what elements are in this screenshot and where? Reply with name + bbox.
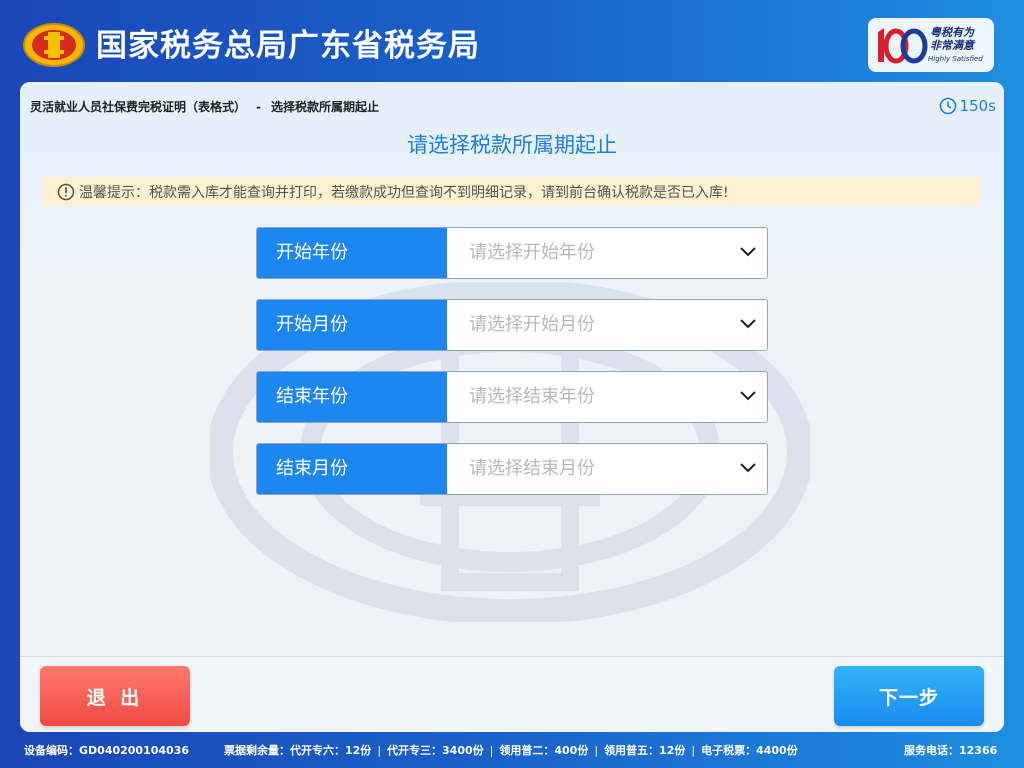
- main-panel: 灵活就业人员社保费完税证明（表格式） - 选择税款所属期起止 150s 请选择税款所…: [20, 82, 1004, 732]
- end-year-select[interactable]: 结束年份 请选择结束年份: [256, 371, 768, 423]
- footer-actions: 退 出 下一步: [20, 656, 1004, 732]
- end-year-label: 结束年份: [257, 372, 447, 422]
- countdown-value: 150s: [959, 97, 996, 115]
- notice-text: 温馨提示：税款需入库才能查询并打印，若缴款成功但查询不到明细记录，请到前台确认税…: [79, 184, 729, 201]
- start-year-select[interactable]: 开始年份 请选择开始年份: [256, 227, 768, 279]
- status-separator: |: [691, 744, 696, 757]
- start-year-placeholder: 请选择开始年份: [469, 242, 595, 263]
- notice-banner: 温馨提示：税款需入库才能查询并打印，若缴款成功但查询不到明细记录，请到前台确认税…: [42, 177, 980, 206]
- start-month-label: 开始月份: [257, 300, 447, 350]
- breadcrumb-service: 灵活就业人员社保费完税证明（表格式）: [30, 100, 247, 114]
- ticket-item: 领用普五：12份: [604, 744, 686, 757]
- start-year-label: 开始年份: [257, 228, 447, 278]
- ticket-stock-label: 票据剩余量：: [224, 744, 290, 757]
- brand-slogan-line2: 非常满意: [930, 39, 974, 52]
- end-month-label: 结束月份: [257, 444, 447, 494]
- brand-slogan: 粤税有为 非常满意: [930, 26, 974, 52]
- end-year-placeholder: 请选择结束年份: [469, 386, 595, 407]
- content-area: 灵活就业人员社保费完税证明（表格式） - 选择税款所属期起止 150s 请选择税款所…: [20, 82, 1004, 656]
- service-hotline: 服务电话：12366: [904, 744, 998, 757]
- brand-slogan-en: Highly Satisfied: [928, 55, 983, 63]
- end-month-select[interactable]: 结束月份 请选择结束月份: [256, 443, 768, 495]
- ticket-item: 代开专六：12份: [290, 744, 372, 757]
- device-code: 设备编码：GD040200104036: [24, 744, 190, 757]
- breadcrumb-step: 选择税款所属期起止: [271, 100, 380, 114]
- page-title: 请选择税款所属期起止: [407, 133, 617, 157]
- start-month-placeholder: 请选择开始月份: [469, 314, 595, 335]
- bureau-title: 国家税务总局广东省税务局: [96, 28, 480, 64]
- ticket-item: 代开专三：3400份: [387, 744, 484, 757]
- ticket-stock: 票据剩余量：代开专六：12份 | 代开专三：3400份 | 领用普二：400份 | 领用普五…: [224, 736, 798, 766]
- breadcrumb-separator: -: [256, 100, 261, 114]
- ticket-item: 电子税票：4400份: [701, 744, 798, 757]
- clock-icon: [939, 97, 956, 115]
- status-separator: |: [377, 744, 382, 757]
- brand-logo: 粤税有为 非常满意 Highly Satisfied: [872, 22, 992, 68]
- tax-emblem-icon: [23, 23, 85, 67]
- brand-slogan-line1: 粤税有为: [930, 26, 974, 39]
- status-separator: |: [489, 744, 494, 757]
- brand-100-icon: [878, 28, 928, 64]
- start-month-select[interactable]: 开始月份 请选择开始月份: [256, 299, 768, 351]
- end-month-placeholder: 请选择结束月份: [469, 458, 595, 479]
- exit-button[interactable]: 退 出: [40, 666, 190, 726]
- ticket-item: 领用普二：400份: [499, 744, 589, 757]
- warning-icon: [57, 183, 75, 200]
- status-separator: |: [594, 744, 599, 757]
- breadcrumb: 灵活就业人员社保费完税证明（表格式） - 选择税款所属期起止: [30, 98, 379, 115]
- chevron-down-icon: [740, 247, 756, 257]
- chevron-down-icon: [740, 463, 756, 473]
- countdown-timer: 150s: [939, 96, 996, 116]
- status-bar: 设备编码：GD040200104036 票据剩余量：代开专六：12份 | 代开专三：…: [0, 736, 1024, 768]
- chevron-down-icon: [740, 319, 756, 329]
- next-button[interactable]: 下一步: [834, 666, 984, 726]
- header: 国家税务总局广东省税务局 粤税有为 非常满意 Highly Satisfied: [0, 0, 1024, 82]
- chevron-down-icon: [740, 391, 756, 401]
